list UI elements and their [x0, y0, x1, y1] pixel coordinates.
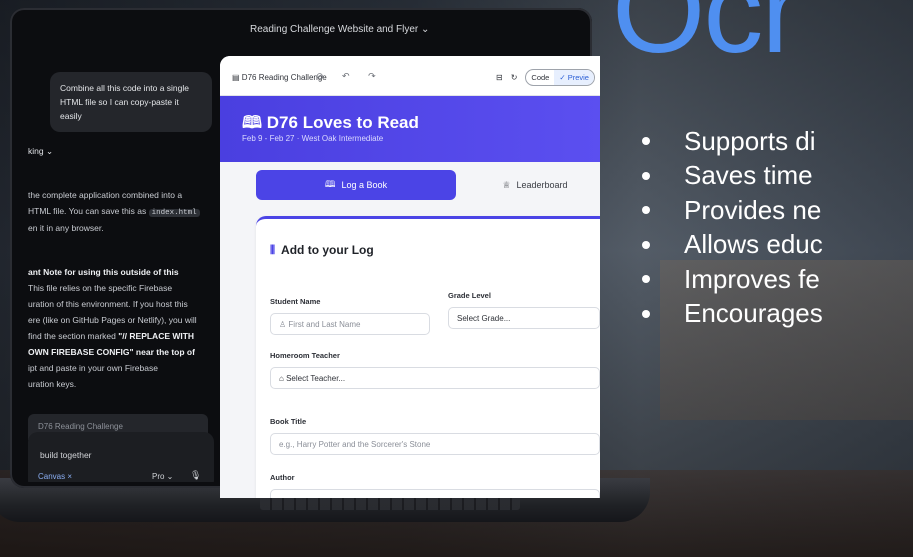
books-icon: ⫴: [270, 243, 276, 257]
canvas-title: ▤ D76 Reading Challenge: [232, 73, 327, 82]
form-title: ⫴ Add to your Log: [270, 243, 374, 257]
canvas-toolbar: ▤ D76 Reading Challenge ⊘ ↶ ↷ ⊟ ↻ Code ✓…: [220, 56, 600, 96]
bullet-dot-icon: [642, 137, 650, 146]
grade-level-label: Grade Level: [448, 291, 491, 300]
bullet-dot-icon: [642, 240, 650, 249]
bullet-item: Allows educ: [642, 228, 823, 263]
book-title-label: Book Title: [270, 417, 307, 426]
share-icon[interactable]: ⊟: [496, 73, 503, 82]
person-icon: ♙: [279, 320, 287, 329]
assistant-note: ant Note for using this outside of this …: [28, 267, 197, 389]
homeroom-teacher-label: Homeroom Teacher: [270, 351, 340, 360]
log-form: ⫴ Add to your Log Student Name ♙ First an…: [256, 216, 600, 498]
bullet-item: Saves time: [642, 159, 823, 194]
assistant-response: the complete application combined into a…: [28, 188, 214, 237]
refresh-icon[interactable]: ↻: [511, 73, 518, 82]
trophy-icon: ♕: [502, 179, 511, 190]
grade-select[interactable]: Select Grade...: [448, 307, 600, 329]
bullet-dot-icon: [642, 206, 650, 215]
canvas-chip[interactable]: Canvas ×: [38, 472, 72, 481]
code-tab[interactable]: Code: [526, 70, 554, 85]
bullet-item: Improves fe: [642, 262, 823, 297]
bullet-item: Provides ne: [642, 193, 823, 228]
student-name-label: Student Name: [270, 297, 321, 306]
canvas-preview: ▤ D76 Reading Challenge ⊘ ↶ ↷ ⊟ ↻ Code ✓…: [220, 56, 600, 498]
app-subtitle: Feb 9 - Feb 27 · West Oak Intermediate: [242, 134, 384, 143]
book-title-input[interactable]: e.g., Harry Potter and the Sorcerer's St…: [270, 433, 600, 455]
app-hero: 🕮 D76 Loves to Read Feb 9 - Feb 27 · Wes…: [220, 96, 600, 162]
bullet-dot-icon: [642, 275, 650, 284]
preview-tab[interactable]: ✓ Previe: [554, 70, 594, 85]
author-input[interactable]: [270, 489, 600, 498]
tab-log-a-book[interactable]: 🕮 Log a Book: [256, 170, 456, 200]
bullet-dot-icon: [642, 309, 650, 318]
slide-headline: Ocr: [612, 0, 801, 78]
chat-panel: Combine all this code into a single HTML…: [28, 22, 218, 482]
window-title[interactable]: Reading Challenge Website and Flyer ⌄: [250, 24, 429, 35]
tab-leaderboard[interactable]: ♕ Leaderboard: [470, 170, 600, 200]
student-name-input[interactable]: ♙ First and Last Name: [270, 313, 430, 335]
book-icon: 🕮: [324, 179, 336, 189]
filename-chip: index.html: [148, 208, 200, 217]
teacher-select[interactable]: ⌂ Select Teacher...: [270, 367, 600, 389]
book-icon: 🕮: [242, 113, 263, 132]
model-selector[interactable]: Pro ⌄: [152, 472, 173, 481]
author-label: Author: [270, 473, 295, 482]
user-message: Combine all this code into a single HTML…: [50, 72, 212, 132]
laptop-screen: Reading Challenge Website and Flyer ⌄ Co…: [10, 8, 600, 498]
code-preview-toggle[interactable]: Code ✓ Previe: [525, 69, 595, 86]
building-icon: ⌂: [279, 374, 284, 383]
toolbar-actions[interactable]: ⊘ ↶ ↷: [316, 71, 384, 82]
bullet-item: Encourages: [642, 297, 823, 332]
bullet-dot-icon: [642, 171, 650, 180]
document-icon: ▤: [232, 73, 240, 82]
slide-bullet-list: Supports di Saves time Provides ne Allow…: [642, 124, 823, 331]
thinking-toggle[interactable]: king ⌄: [28, 146, 53, 157]
microphone-icon[interactable]: 🎙: [190, 470, 201, 481]
bullet-item: Supports di: [642, 124, 823, 159]
